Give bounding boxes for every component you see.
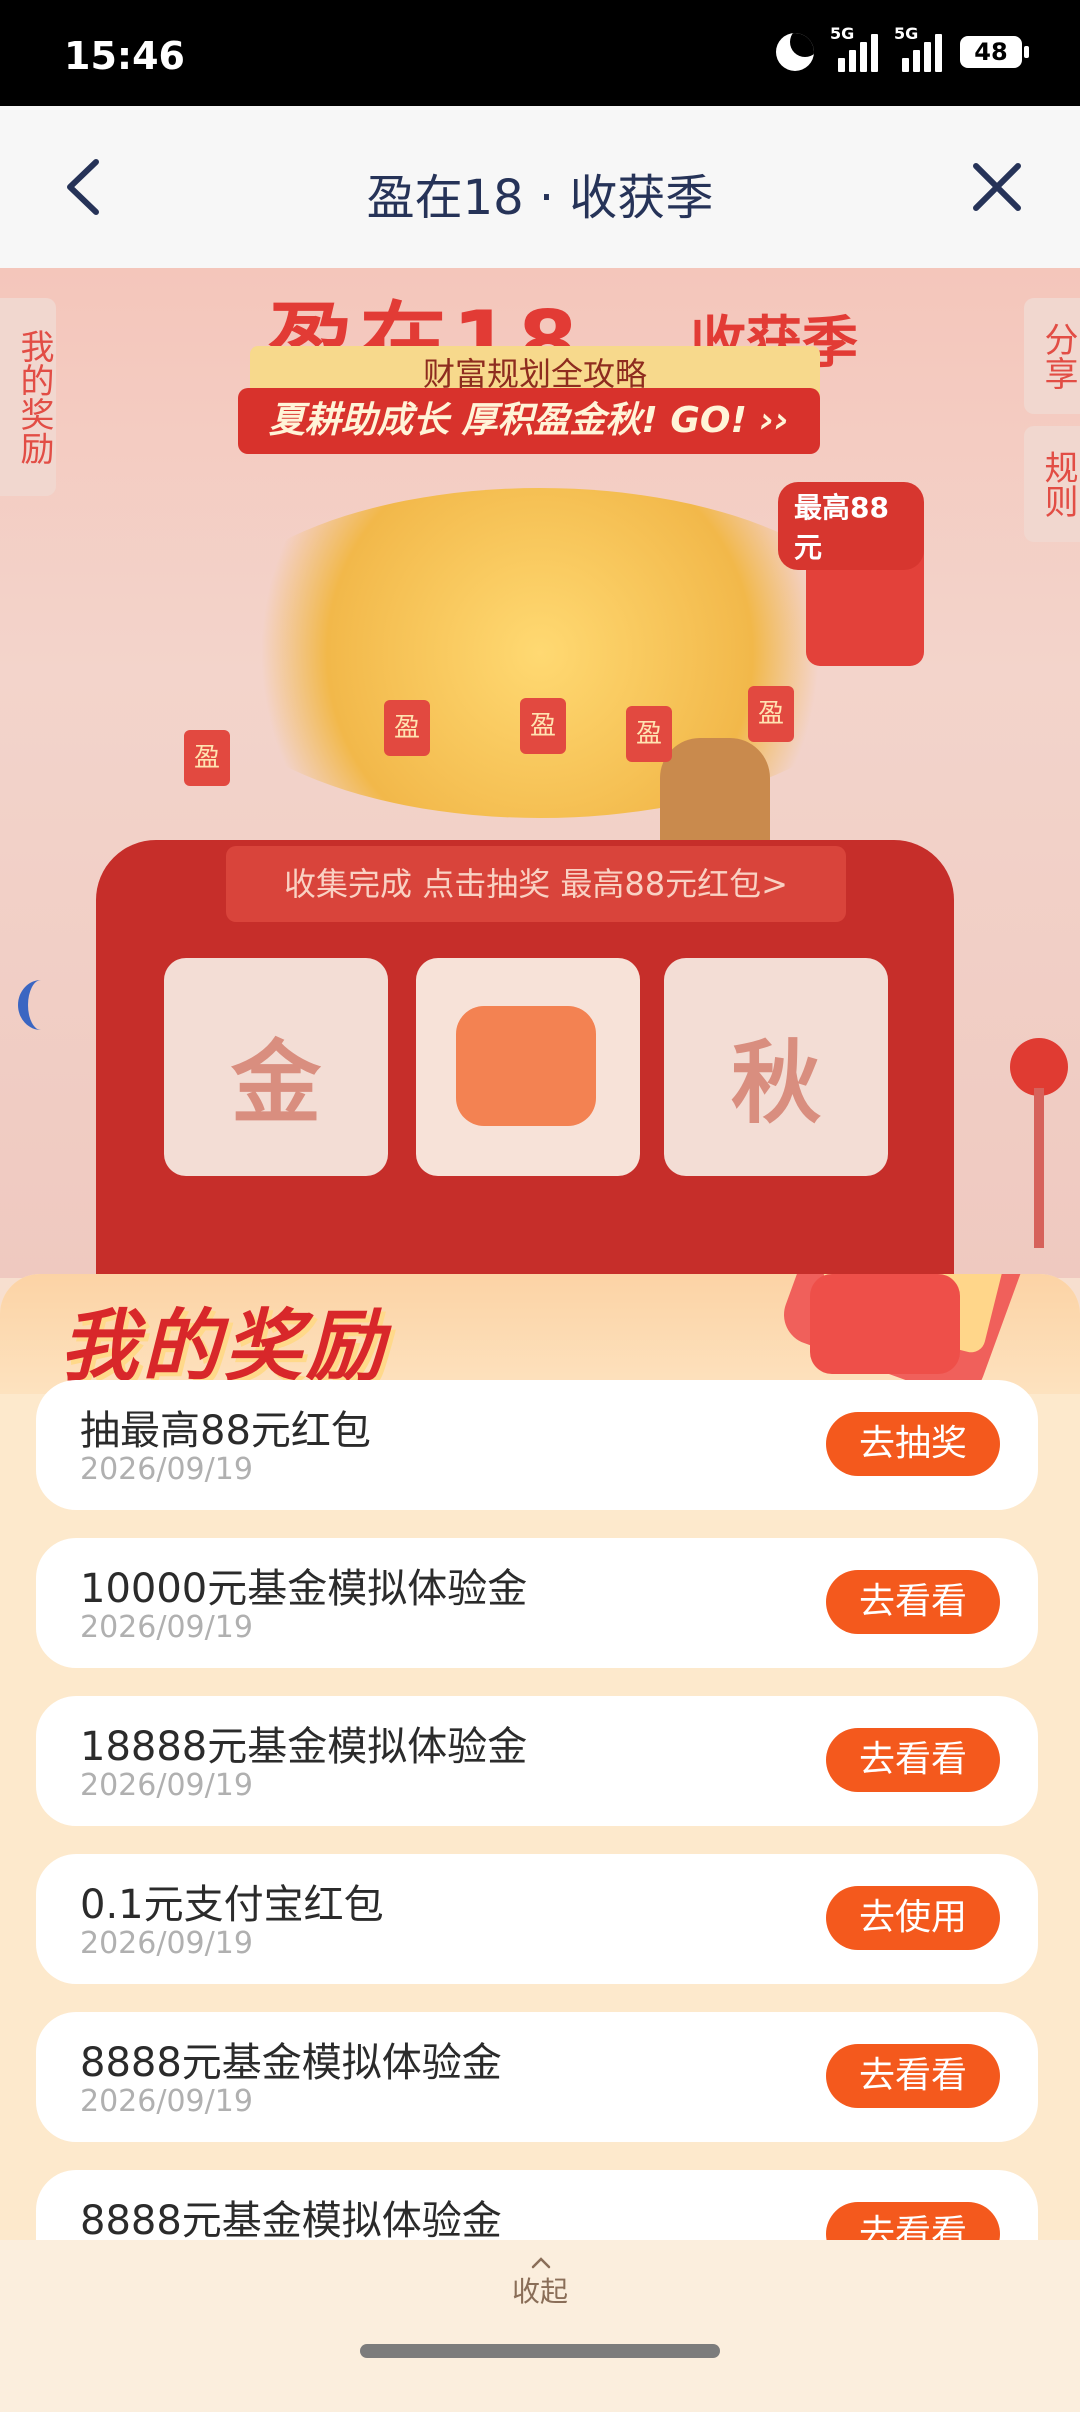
status-time: 15:46 [64,34,185,78]
reward-name: 10000元基金模拟体验金 [80,1566,528,1612]
tag-item: 盈 [626,706,672,762]
slot-autumn: 秋 [664,958,888,1176]
my-rewards-tab[interactable]: 我的奖励 [0,298,56,496]
lever-stick [1034,1088,1044,1248]
reward-item: 18888元基金模拟体验金 2026/09/19 去看看 [36,1696,1038,1826]
view-button[interactable]: 去看看 [826,2202,1000,2240]
tag-item: 盈 [384,700,430,756]
signal-icon-2: 5G [894,24,942,72]
crescent-icon [18,980,64,1030]
home-indicator[interactable] [360,2344,720,2358]
app-header: 盈在18 · 收获季 [0,106,1080,268]
red-packet-icon[interactable]: 最高88元 [778,482,924,666]
wallet-front [810,1274,960,1374]
reward-item: 抽最高88元红包 2026/09/19 去抽奖 [36,1380,1038,1510]
status-icons: 5G 5G 48 [776,24,1029,72]
red-packet-label: 最高88元 [778,482,924,570]
reward-item: 10000元基金模拟体验金 2026/09/19 去看看 [36,1538,1038,1668]
view-button[interactable]: 去看看 [826,1728,1000,1792]
reward-date: 2026/09/19 [80,1610,253,1645]
slot-glyph: 秋 [731,1031,821,1136]
moon-icon [776,33,814,71]
reward-item: 8888元基金模拟体验金 2026/09/19 去看看 [36,2012,1038,2142]
reward-date: 2026/09/19 [80,1926,253,1961]
rules-tab[interactable]: 规则 [1024,426,1080,542]
reward-date: 2026/09/19 [80,1452,253,1487]
rewards-panel: 我的奖励 抽最高88元红包 2026/09/19 去抽奖 10000元基金模拟体… [0,1274,1080,2412]
view-button[interactable]: 去看看 [826,1570,1000,1634]
reward-date: 2026/09/19 [80,2084,253,2119]
share-tab[interactable]: 分享 [1024,298,1080,414]
gift-icon [456,1006,596,1126]
reward-item: 8888元基金模拟体验金 去看看 [36,2170,1038,2240]
view-button[interactable]: 去看看 [826,2044,1000,2108]
use-button[interactable]: 去使用 [826,1886,1000,1950]
machine-label[interactable]: 收集完成 点击抽奖 最高88元红包> [226,846,846,922]
battery-icon: 48 [960,36,1029,68]
collapse-label[interactable]: 收起 [0,2270,1080,2310]
draw-button[interactable]: 去抽奖 [826,1412,1000,1476]
reward-name: 抽最高88元红包 [80,1408,371,1454]
reward-name: 18888元基金模拟体验金 [80,1724,528,1770]
slot-glyph: 金 [231,1031,321,1136]
reward-name: 0.1元支付宝红包 [80,1882,384,1928]
collapse-bar[interactable]: 收起 [0,2240,1080,2412]
tag-item: 盈 [520,698,566,754]
hero-banner: 盈在18 收获季 财富规划全攻略 夏耕助成长 厚积盈金秋! GO! ›› 我的奖… [0,268,1080,1278]
close-icon[interactable] [958,148,1036,226]
page-title: 盈在18 · 收获季 [366,170,714,226]
rewards-list[interactable]: 抽最高88元红包 2026/09/19 去抽奖 10000元基金模拟体验金 20… [36,1380,1038,2240]
banner-slogan[interactable]: 夏耕助成长 厚积盈金秋! GO! ›› [238,388,820,454]
slot-gift [416,958,640,1176]
network-label-2: 5G [894,24,919,43]
tag-item: 盈 [184,730,230,786]
status-bar: 15:46 5G 5G 48 [0,0,1080,106]
reward-date: 2026/09/19 [80,1768,253,1803]
slot-gold: 金 [164,958,388,1176]
reward-name: 8888元基金模拟体验金 [80,2040,502,2086]
network-label: 5G [830,24,855,43]
reward-item: 0.1元支付宝红包 2026/09/19 去使用 [36,1854,1038,1984]
signal-icon: 5G [830,24,878,72]
wallet-icon [775,1274,1035,1405]
tag-item: 盈 [748,686,794,742]
reward-name: 8888元基金模拟体验金 [80,2198,502,2240]
